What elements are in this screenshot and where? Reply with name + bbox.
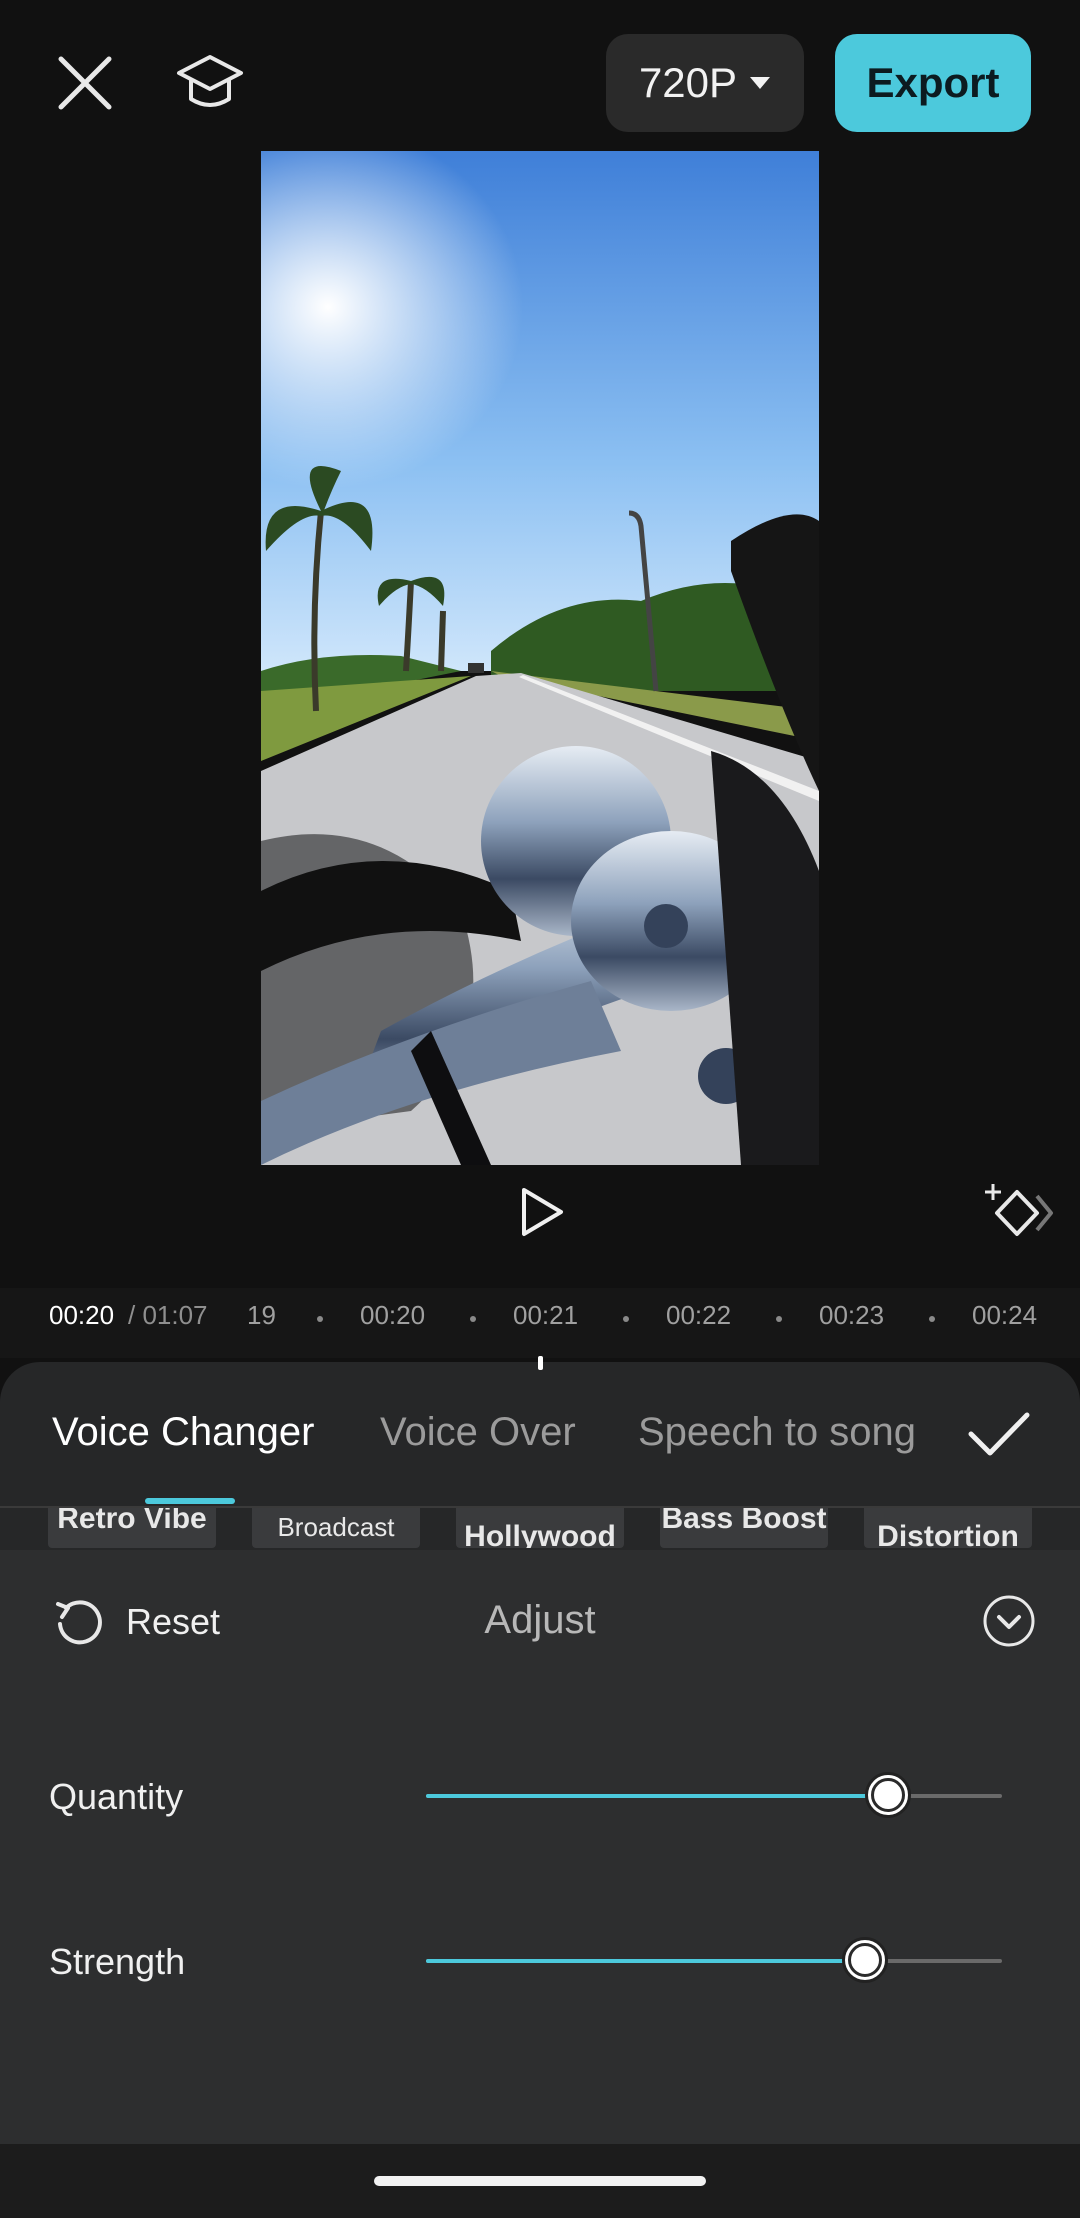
export-label: Export — [866, 59, 1000, 106]
checkmark-icon — [968, 1412, 1030, 1456]
timeline-dot — [929, 1316, 935, 1322]
timeline-tick: 00:24 — [972, 1300, 1038, 1330]
export-button[interactable]: Export — [835, 34, 1031, 132]
tab-voice-changer[interactable]: Voice Changer — [52, 1410, 314, 1455]
timeline-tick: 00:20 — [360, 1300, 426, 1330]
resolution-dropdown[interactable]: 720P — [606, 34, 804, 132]
total-time: / 01:07 — [128, 1300, 208, 1330]
effect-distortion[interactable]: Distortion — [864, 1508, 1032, 1548]
timeline-dot — [776, 1316, 782, 1322]
effect-bass-boost[interactable]: Bass Boost — [660, 1508, 828, 1548]
timeline-dot — [623, 1316, 629, 1322]
play-icon — [522, 1188, 563, 1236]
strength-slider[interactable] — [426, 1937, 1002, 1983]
timeline-tick: 00:22 — [666, 1300, 732, 1330]
video-frame — [261, 151, 819, 1165]
strength-label: Strength — [49, 1941, 186, 1982]
strength-slider-thumb[interactable] — [841, 1937, 888, 1983]
close-icon — [58, 56, 112, 110]
adjust-title: Adjust — [484, 1598, 596, 1642]
timeline-dot — [317, 1316, 323, 1322]
caret-down-icon — [750, 77, 771, 89]
chevron-down-icon — [983, 1595, 1035, 1647]
video-preview[interactable] — [261, 151, 819, 1165]
effect-hollywood[interactable]: Hollywood — [456, 1508, 624, 1548]
quantity-slider[interactable] — [426, 1772, 1002, 1818]
tutorial-button[interactable] — [170, 48, 250, 118]
tab-voice-over[interactable]: Voice Over — [380, 1410, 576, 1455]
tab-speech-to-song[interactable]: Speech to song — [638, 1410, 916, 1455]
timeline-dot — [470, 1316, 476, 1322]
current-time: 00:20 — [49, 1300, 115, 1330]
playhead[interactable] — [538, 1356, 543, 1370]
quantity-slider-thumb[interactable] — [864, 1772, 911, 1818]
effect-broadcast[interactable]: Broadcast — [252, 1508, 420, 1548]
confirm-button[interactable] — [966, 1404, 1032, 1464]
home-indicator[interactable] — [374, 2176, 706, 2186]
timeline-tick: 19 — [247, 1300, 276, 1330]
close-button[interactable] — [50, 48, 120, 118]
effect-retro-vibe[interactable]: Retro Vibe — [48, 1508, 216, 1548]
quantity-label: Quantity — [49, 1776, 184, 1817]
resolution-label: 720P — [638, 59, 738, 106]
strength-slider-fill — [426, 1959, 864, 1963]
timeline-tick: 00:23 — [819, 1300, 885, 1330]
quantity-slider-fill — [426, 1794, 887, 1798]
graduation-cap-icon — [177, 55, 243, 107]
collapse-button[interactable] — [980, 1592, 1038, 1650]
play-button[interactable] — [512, 1182, 572, 1242]
keyframe-button[interactable] — [985, 1180, 1055, 1246]
timeline-tick: 00:21 — [513, 1300, 579, 1330]
keyframe-icon — [985, 1184, 1053, 1236]
tab-indicator — [145, 1498, 235, 1504]
